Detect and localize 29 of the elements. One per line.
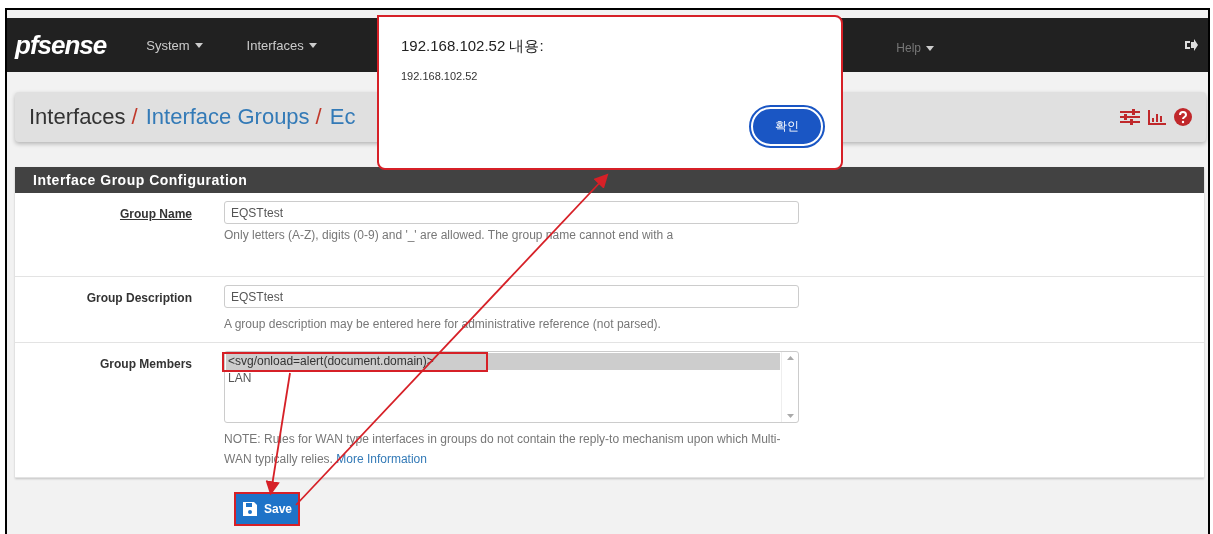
logout-icon[interactable] <box>1184 38 1198 52</box>
breadcrumb-separator: / <box>131 104 138 130</box>
scroll-down-icon[interactable] <box>786 414 794 418</box>
logo[interactable]: pfsense <box>15 29 107 61</box>
field-label: Group Description <box>85 290 192 307</box>
list-option[interactable]: LAN <box>226 370 780 387</box>
text-field[interactable]: EQSTtest <box>224 201 799 224</box>
breadcrumb: Interfaces <box>29 104 126 130</box>
caret-icon <box>926 45 934 51</box>
nav-menu[interactable]: Help <box>896 38 934 58</box>
dialog-message: 192.168.102.52 <box>401 70 479 82</box>
text-field[interactable]: EQSTtest <box>224 285 799 308</box>
ok-button[interactable]: 확인 <box>751 107 823 146</box>
nav-menu[interactable]: System <box>146 37 203 53</box>
caret-icon <box>194 42 203 48</box>
field-label: Group Members <box>99 356 192 373</box>
field-label: Group Name <box>119 206 192 223</box>
scroll-up-icon[interactable] <box>786 356 794 360</box>
sliders-icon[interactable] <box>1120 109 1140 125</box>
caret-icon <box>308 42 317 48</box>
more-info-link[interactable]: More Information <box>336 452 427 466</box>
dialog-title: 192.168.102.52 내용: <box>401 37 545 56</box>
nav-menu[interactable]: Interfaces <box>246 37 317 53</box>
help-icon[interactable] <box>1174 108 1192 126</box>
breadcrumb[interactable]: Interface Groups <box>145 104 310 130</box>
panel-title: Interface Group Configuration <box>15 167 1204 193</box>
bar-chart-icon[interactable] <box>1148 109 1166 125</box>
breadcrumb-separator: / <box>315 104 322 130</box>
save-button[interactable]: Save <box>234 492 301 526</box>
